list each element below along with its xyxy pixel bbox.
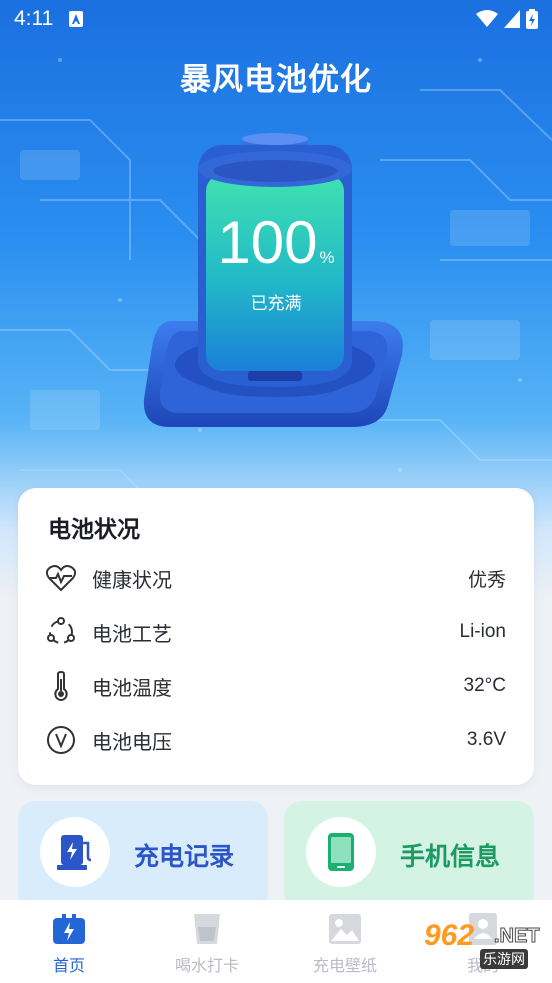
row-value: 优秀 xyxy=(467,568,506,591)
row-value: 32°C xyxy=(463,675,506,696)
voltage-icon xyxy=(44,723,78,757)
process-cycle-icon xyxy=(44,615,78,649)
row-label: 健康状况 xyxy=(92,567,172,592)
watermark-site: 乐游网 xyxy=(480,949,528,969)
wifi-icon xyxy=(476,10,498,27)
tile-label: 充电记录 xyxy=(134,842,235,871)
battery-charge-status: 已充满 xyxy=(250,294,302,314)
battery-bolt-icon xyxy=(52,912,86,946)
phone-info-button[interactable]: 手机信息 xyxy=(284,801,534,911)
status-icons xyxy=(476,9,538,29)
site-watermark: 962 .NET 乐游网 xyxy=(416,919,546,969)
thermometer-icon xyxy=(44,669,78,703)
phone-icon xyxy=(306,817,376,887)
row-health: 健康状况 优秀 xyxy=(44,558,506,598)
battery-percent-unit: % xyxy=(319,248,335,267)
status-time: 4:11 xyxy=(14,7,54,30)
battery-graphic xyxy=(143,133,403,427)
water-glass-icon xyxy=(190,912,224,946)
card-title: 电池状况 xyxy=(48,517,140,543)
heart-pulse-icon xyxy=(44,561,78,595)
tab-label: 首页 xyxy=(52,956,85,975)
row-voltage: 电池电压 3.6V xyxy=(44,720,506,760)
charge-record-button[interactable]: 充电记录 xyxy=(18,801,268,911)
signal-icon xyxy=(504,10,520,28)
app-title: 暴风电池优化 xyxy=(180,62,372,98)
notification-a-icon xyxy=(69,11,84,27)
tab-wallpaper[interactable]: 充电壁纸 xyxy=(276,900,414,983)
watermark-number: 962 xyxy=(424,919,475,952)
tab-water[interactable]: 喝水打卡 xyxy=(138,900,276,983)
tab-label: 充电壁纸 xyxy=(312,956,377,975)
status-bar: 4:11 xyxy=(0,0,552,38)
charging-station-icon xyxy=(40,817,110,887)
watermark-suffix: .NET xyxy=(494,925,541,948)
battery-status-card: 电池状况 健康状况 优秀 电池工艺 Li-ion 电池温度 32°C 电池电压 … xyxy=(18,488,534,785)
tab-label: 喝水打卡 xyxy=(174,956,239,975)
battery-status-icon xyxy=(526,9,538,29)
battery-percent-value: 100 xyxy=(217,209,318,276)
row-label: 电池工艺 xyxy=(92,621,172,646)
row-label: 电池电压 xyxy=(92,729,172,754)
row-value: Li-ion xyxy=(459,621,506,642)
row-label: 电池温度 xyxy=(92,675,172,700)
image-icon xyxy=(328,912,362,946)
tab-home[interactable]: 首页 xyxy=(0,900,138,983)
row-process: 电池工艺 Li-ion xyxy=(44,612,506,652)
row-value: 3.6V xyxy=(466,729,506,750)
row-temperature: 电池温度 32°C xyxy=(44,666,506,706)
battery-percent: 100% xyxy=(198,208,354,277)
tile-label: 手机信息 xyxy=(400,842,501,871)
